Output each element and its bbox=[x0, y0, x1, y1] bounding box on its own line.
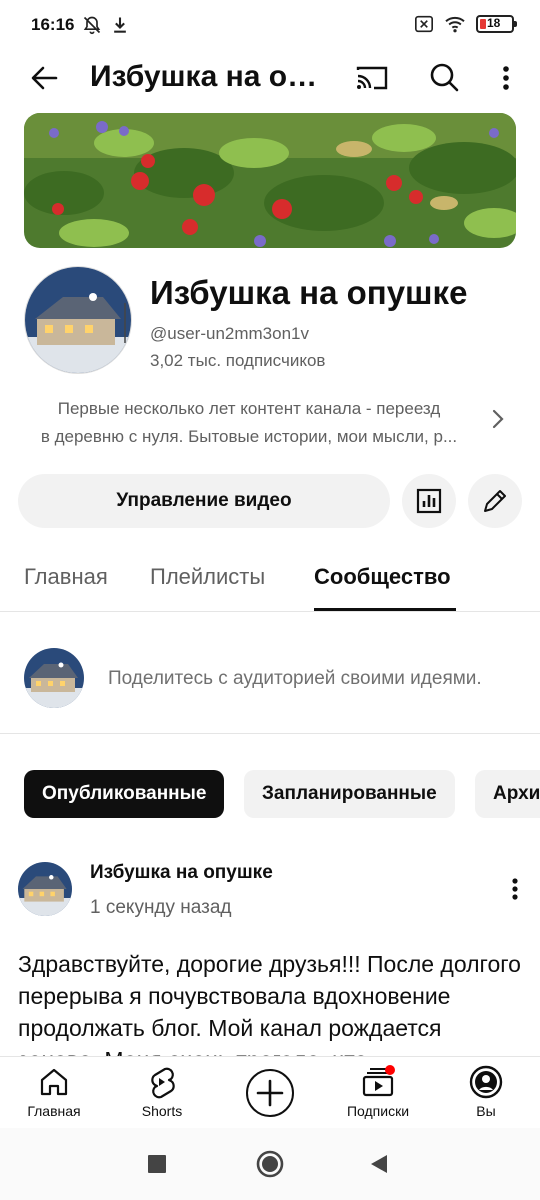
chip-archived[interactable]: Архи bbox=[475, 770, 540, 818]
more-vert-icon[interactable] bbox=[502, 874, 528, 904]
wifi-icon bbox=[445, 16, 465, 33]
nav-label: Shorts bbox=[141, 1103, 183, 1119]
chevron-right-icon[interactable] bbox=[486, 404, 510, 434]
page-title: Избушка на опушке bbox=[90, 60, 328, 93]
search-icon[interactable] bbox=[426, 60, 462, 96]
post-composer[interactable]: Поделитесь с аудиторией своими идеями. bbox=[0, 612, 540, 734]
analytics-button[interactable] bbox=[402, 474, 456, 528]
channel-banner bbox=[24, 113, 516, 248]
post-body: Здравствуйте, дорогие друзья!!! После до… bbox=[18, 951, 521, 1056]
channel-handle: @user-un2mm3on1v bbox=[150, 324, 309, 343]
back-arrow-icon[interactable] bbox=[26, 60, 62, 96]
channel-avatar[interactable] bbox=[24, 266, 132, 374]
battery-icon: 18 bbox=[476, 15, 517, 33]
analytics-icon bbox=[416, 488, 442, 514]
subscriber-count: 3,02 тыс. подписчиков bbox=[150, 351, 326, 370]
shorts-icon bbox=[151, 1067, 175, 1099]
description-line: Первые несколько лет контент канала - пе… bbox=[57, 399, 441, 418]
tab-playlists[interactable]: Плейлисты bbox=[150, 564, 265, 590]
bottom-nav: Главная Shorts Подписки Вы bbox=[0, 1056, 540, 1128]
system-navigation-bar bbox=[0, 1128, 540, 1200]
post-author-avatar[interactable] bbox=[18, 862, 72, 916]
nav-shorts[interactable]: Shorts bbox=[112, 1065, 212, 1119]
tab-home[interactable]: Главная bbox=[24, 564, 108, 590]
edit-pencil-icon bbox=[484, 490, 506, 512]
status-time: 16:16 bbox=[31, 15, 75, 34]
description-line: в деревню с нуля. Бытовые истории, мои м… bbox=[40, 427, 458, 446]
post-author[interactable]: Избушка на опушке bbox=[90, 862, 273, 884]
nav-subscriptions[interactable]: Подписки bbox=[328, 1065, 428, 1119]
back-triangle-icon[interactable] bbox=[370, 1154, 388, 1174]
tab-community[interactable]: Сообщество bbox=[314, 564, 451, 590]
recent-apps-icon[interactable] bbox=[148, 1155, 166, 1173]
bell-off-icon bbox=[83, 16, 101, 35]
subscriptions-icon bbox=[362, 1065, 395, 1097]
nav-account[interactable]: Вы bbox=[436, 1065, 536, 1119]
avatar bbox=[24, 648, 84, 708]
app-bar: Избушка на опушке bbox=[0, 52, 540, 108]
edit-channel-button[interactable] bbox=[468, 474, 522, 528]
close-box-icon bbox=[415, 15, 433, 33]
home-circle-icon[interactable] bbox=[256, 1150, 284, 1178]
channel-tabs: Главная Плейлисты Сообщество bbox=[0, 548, 540, 612]
nav-home[interactable]: Главная bbox=[4, 1065, 104, 1119]
chip-scheduled[interactable]: Запланированные bbox=[244, 770, 455, 818]
post-filter-chips: Опубликованные Запланированные Архи bbox=[0, 770, 540, 818]
nav-label: Подписки bbox=[346, 1103, 410, 1119]
nav-label: Главная bbox=[27, 1103, 81, 1119]
account-icon bbox=[469, 1065, 503, 1099]
channel-name: Избушка на опушке bbox=[150, 274, 468, 311]
manage-videos-button[interactable]: Управление видео bbox=[18, 474, 390, 528]
channel-description[interactable]: Первые несколько лет контент канала - пе… bbox=[24, 395, 474, 451]
create-button[interactable] bbox=[246, 1069, 294, 1117]
status-bar: 16:16 18 bbox=[0, 0, 540, 52]
post-timestamp: 1 секунду назад bbox=[90, 897, 232, 918]
more-vert-icon[interactable] bbox=[490, 60, 522, 96]
composer-placeholder[interactable]: Поделитесь с аудиторией своими идеями. bbox=[108, 668, 482, 690]
home-icon bbox=[40, 1068, 68, 1096]
nav-label: Вы bbox=[476, 1103, 496, 1119]
cast-icon[interactable] bbox=[354, 60, 390, 96]
battery-level: 18 bbox=[487, 16, 501, 30]
chip-published[interactable]: Опубликованные bbox=[24, 770, 225, 818]
active-tab-indicator bbox=[314, 608, 456, 611]
create-plus-icon bbox=[256, 1079, 284, 1107]
download-icon bbox=[114, 17, 126, 33]
